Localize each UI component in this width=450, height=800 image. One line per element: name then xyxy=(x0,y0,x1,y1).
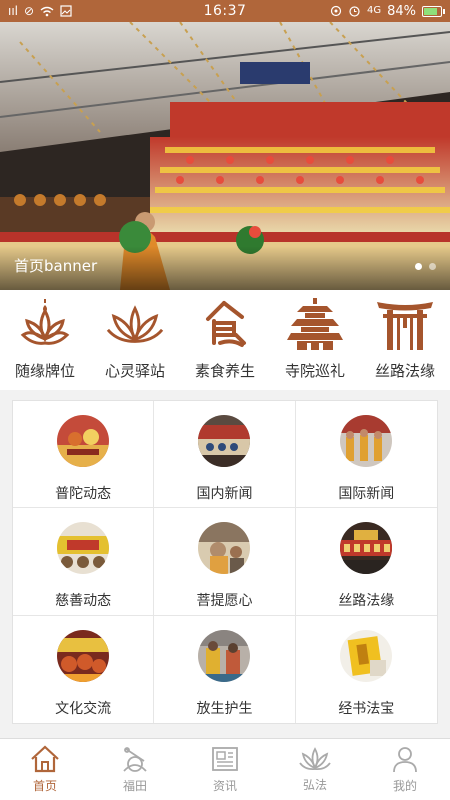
grid-item-label: 经书法宝 xyxy=(338,700,395,717)
tab-label: 我的 xyxy=(392,779,417,793)
grid-item-charity-news[interactable]: 慈善动态 xyxy=(13,508,155,616)
tab-merit-field[interactable]: 福田 xyxy=(90,739,180,800)
quick-nav-item-memorial[interactable]: 随缘牌位 xyxy=(0,290,90,390)
quick-nav-item-temple-tour[interactable]: 寺院巡礼 xyxy=(270,290,360,390)
thumbnail xyxy=(340,522,393,575)
tab-label: 首页 xyxy=(32,779,57,793)
grid-item-label: 丝路法缘 xyxy=(338,593,395,610)
field-icon xyxy=(123,747,147,772)
quick-nav-label: 素食养生 xyxy=(194,362,255,380)
lotus-icon xyxy=(106,298,164,350)
bottom-tab-bar: 首页 福田 资讯 弘法 我的 xyxy=(0,738,450,800)
pagoda-icon xyxy=(286,298,344,350)
grid-item-label: 慈善动态 xyxy=(55,593,112,610)
thumbnail xyxy=(340,415,393,467)
quick-nav-item-vegetarian[interactable]: 素食养生 xyxy=(180,290,270,390)
grid-item-domestic-news[interactable]: 国内新闻 xyxy=(154,401,296,509)
quick-nav-label: 心灵驿站 xyxy=(104,362,165,380)
clock: 16:37 xyxy=(203,3,247,19)
grid-item-scriptures[interactable]: 经书法宝 xyxy=(296,616,437,723)
grid-item-international-news[interactable]: 国际新闻 xyxy=(295,401,437,509)
grid-item-label: 普陀动态 xyxy=(55,486,112,502)
thumbnail xyxy=(57,415,110,467)
thumbnail xyxy=(198,629,251,682)
signal-icon: ııl xyxy=(8,4,19,18)
lotus-icon xyxy=(299,747,331,771)
battery-percent: 84% xyxy=(387,3,416,19)
thumbnail xyxy=(198,415,251,467)
alarm-icon xyxy=(349,6,360,17)
battery-icon xyxy=(422,5,445,17)
thumbnail xyxy=(57,629,110,682)
quick-nav-item-silk-road[interactable]: 丝路法缘 xyxy=(360,290,450,390)
banner-title: 首页banner xyxy=(14,257,98,275)
grid-item-life-release[interactable]: 放生护生 xyxy=(154,615,296,723)
quick-nav: 随缘牌位 心灵驿站 素食养生 寺院巡礼 丝路法缘 xyxy=(0,290,450,390)
banner-dot[interactable] xyxy=(415,263,422,270)
thumbnail xyxy=(198,522,251,575)
tab-label: 资讯 xyxy=(212,779,237,793)
tab-profile[interactable]: 我的 xyxy=(360,739,450,800)
grid-item-bodhi-vow[interactable]: 菩提愿心 xyxy=(154,508,296,616)
grid-item-label: 国内新闻 xyxy=(196,486,253,502)
food-character-icon xyxy=(196,298,254,350)
temple-gate-icon xyxy=(376,298,434,350)
user-icon xyxy=(393,747,417,773)
tab-label: 弘法 xyxy=(302,778,327,792)
banner-dot[interactable] xyxy=(429,263,436,270)
grid-item-putuo-news[interactable]: 普陀动态 xyxy=(13,401,155,509)
quick-nav-label: 丝路法缘 xyxy=(374,362,435,380)
quick-nav-label: 随缘牌位 xyxy=(14,362,75,380)
quick-nav-item-spirit-station[interactable]: 心灵驿站 xyxy=(90,290,180,390)
image-icon xyxy=(60,5,72,17)
grid-item-label: 文化交流 xyxy=(55,700,112,717)
location-icon xyxy=(330,5,342,17)
status-bar: ııl ⊘ 16:37 4G 84% xyxy=(0,0,450,22)
grid-item-silk-road[interactable]: 丝路法缘 xyxy=(295,508,437,616)
home-icon xyxy=(31,745,59,773)
grid-item-culture-exchange[interactable]: 文化交流 xyxy=(13,615,155,723)
thumbnail xyxy=(57,522,110,575)
thumbnail xyxy=(340,629,393,682)
grid-item-label: 国际新闻 xyxy=(338,486,395,502)
category-grid: 普陀动态 国内新闻 国际新闻 慈善动态 菩提愿心 丝路法缘 文化交流 放生护生 … xyxy=(12,400,438,724)
no-sim-icon: ⊘ xyxy=(24,4,35,18)
grid-item-label: 放生护生 xyxy=(196,700,253,717)
network-type: 4G xyxy=(366,5,382,16)
tab-label: 福田 xyxy=(122,779,147,793)
wifi-icon xyxy=(40,6,54,16)
tab-dharma[interactable]: 弘法 xyxy=(270,739,360,800)
banner-indicator xyxy=(415,263,436,270)
quick-nav-label: 寺院巡礼 xyxy=(284,362,345,380)
news-icon xyxy=(212,747,238,771)
tab-news[interactable]: 资讯 xyxy=(180,739,270,800)
lotus-flame-icon xyxy=(16,298,74,350)
tab-home[interactable]: 首页 xyxy=(0,739,90,800)
home-banner[interactable]: 首页banner xyxy=(0,22,450,290)
grid-item-label: 菩提愿心 xyxy=(196,593,253,610)
